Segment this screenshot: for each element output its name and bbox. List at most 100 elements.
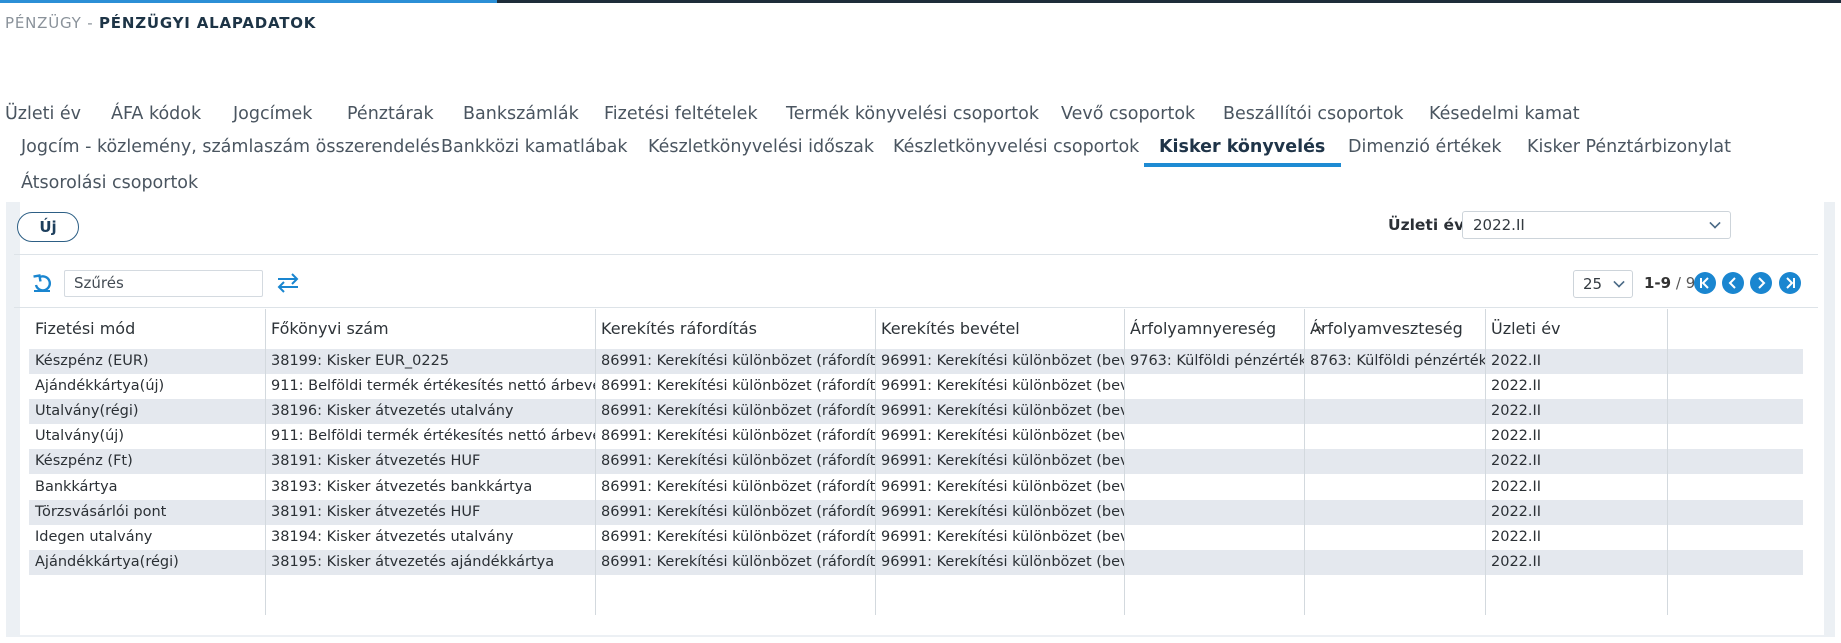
cell-uzleti-ev: 2022.II — [1491, 378, 1542, 395]
cell-fizetesi-mod: Készpénz (Ft) — [35, 453, 133, 470]
new-button[interactable]: Új — [17, 212, 79, 242]
cell-arfolyamnyereseg — [1124, 449, 1304, 474]
divider — [14, 307, 1818, 308]
pagination-info: 1-9 / 9 — [1644, 274, 1695, 292]
cell-kerekites-bevetel: 96991: Kerekítési különbözet (bevétel) — [881, 553, 1124, 570]
cell-kerekites-raforditas: 86991: Kerekítési különbözet (ráfordítás… — [601, 478, 875, 495]
column-header-kerekites-bevetel[interactable]: Kerekítés bevétel — [875, 309, 1124, 349]
tab-fizetesi-feltetelek[interactable]: Fizetési feltételek — [604, 96, 758, 132]
table-row[interactable]: Idegen utalvány 38194: Kisker átvezetés u… — [29, 524, 1803, 550]
tab-beszallitoi-csoportok[interactable]: Beszállítói csoportok — [1223, 96, 1404, 132]
cell-arfolyamnyereseg — [1124, 374, 1304, 399]
tab-keszletkonyvelesi-csoportok[interactable]: Készletkönyvelési csoportok — [893, 129, 1139, 165]
table-header: Fizetési mód Főkönyvi szám Kerekítés ráf… — [29, 309, 1803, 349]
table-row[interactable]: Ajándékkártya(régi) 38195: Kisker átvezet… — [29, 549, 1803, 575]
column-divider[interactable] — [595, 309, 596, 615]
cell-fokonyvi-szam: 38193: Kisker átvezetés bankkártya — [271, 478, 533, 495]
tab-termek-konyvelesi-csoportok[interactable]: Termék könyvelési csoportok — [786, 96, 1039, 132]
cell-kerekites-bevetel: 96991: Kerekítési különbözet (bevétel) — [881, 428, 1124, 445]
cell-arfolyamveszteseg — [1304, 449, 1485, 474]
cell-uzleti-ev: 2022.II — [1491, 528, 1542, 545]
cell-uzleti-ev: 2022.II — [1491, 553, 1542, 570]
cell-arfolyamnyereseg — [1124, 475, 1304, 500]
fiscal-year-label: Üzleti év — [1388, 216, 1465, 234]
table-row[interactable]: Készpénz (Ft) 38191: Kisker átvezetés HUF… — [29, 449, 1803, 475]
cell-arfolyamveszteseg — [1304, 475, 1485, 500]
swap-columns-icon[interactable] — [276, 273, 300, 293]
column-header-arfolyamnyereseg[interactable]: Árfolyamnyereség — [1124, 309, 1304, 349]
cell-fizetesi-mod: Utalvány(régi) — [35, 403, 139, 420]
cell-fokonyvi-szam: 38194: Kisker átvezetés utalvány — [271, 528, 514, 545]
tab-jogcimek[interactable]: Jogcímek — [233, 96, 312, 132]
tab-afa-kodok[interactable]: ÁFA kódok — [111, 96, 201, 132]
filter-input[interactable]: Szűrés — [64, 270, 263, 297]
column-header-arfolyamveszteseg[interactable]: Árfolyamveszteség — [1304, 309, 1485, 349]
cell-kerekites-bevetel: 96991: Kerekítési különbözet (bevétel) — [881, 353, 1124, 369]
cell-kerekites-bevetel: 96991: Kerekítési különbözet (bevétel) — [881, 403, 1124, 420]
tab-dimenzio-ertekek[interactable]: Dimenzió értékek — [1348, 129, 1502, 165]
tab-kisker-konyveles[interactable]: Kisker könyvelés — [1143, 129, 1342, 167]
cell-kerekites-raforditas: 86991: Kerekítési különbözet (ráfordítás… — [601, 503, 875, 520]
cell-fokonyvi-szam: 38195: Kisker átvezetés ajándékkártya — [271, 553, 555, 570]
cell-kerekites-raforditas: 86991: Kerekítési különbözet (ráfordítás… — [601, 403, 875, 420]
cell-arfolyamveszteseg — [1304, 550, 1485, 575]
cell-uzleti-ev: 2022.II — [1491, 503, 1542, 520]
column-header-kerekites-raforditas[interactable]: Kerekítés ráfordítás — [595, 309, 875, 349]
column-divider[interactable] — [1667, 309, 1668, 615]
cell-kerekites-bevetel: 96991: Kerekítési különbözet (bevétel) — [881, 528, 1124, 545]
tab-bankszamlak[interactable]: Bankszámlák — [463, 96, 579, 132]
table-row[interactable]: Készpénz (EUR) 38199: Kisker EUR_0225 8699… — [29, 349, 1803, 375]
table-row[interactable]: Ajándékkártya(új) 911: Belföldi termék ér… — [29, 374, 1803, 400]
prev-page-icon[interactable] — [1722, 272, 1744, 294]
sort-asc-icon[interactable] — [1314, 325, 1324, 333]
cell-arfolyamnyereseg — [1124, 525, 1304, 550]
cell-arfolyamnyereseg: 9763: Külföldi pénzértékre s — [1130, 353, 1304, 369]
cell-kerekites-raforditas: 86991: Kerekítési különbözet (ráfordítás… — [601, 453, 875, 470]
refresh-icon[interactable] — [31, 272, 53, 294]
tab-kisker-penztarbizonylat[interactable]: Kisker Pénztárbizonylat — [1527, 129, 1731, 165]
column-divider[interactable] — [265, 309, 266, 615]
chevron-down-icon — [1613, 276, 1625, 288]
tab-keszletkonyvelesi-idoszak[interactable]: Készletkönyvelési időszak — [648, 129, 874, 165]
fiscal-year-select[interactable]: 2022.II — [1462, 211, 1731, 239]
cell-arfolyamveszteseg — [1304, 374, 1485, 399]
tab-uzleti-ev[interactable]: Üzleti év — [5, 96, 81, 132]
last-page-icon[interactable] — [1779, 272, 1801, 294]
tab-kesedelmi-kamat[interactable]: Késedelmi kamat — [1429, 96, 1580, 132]
cell-kerekites-raforditas: 86991: Kerekítési különbözet (ráfordítás… — [601, 378, 875, 395]
table-row[interactable]: Bankkártya 38193: Kisker átvezetés bankká… — [29, 474, 1803, 500]
breadcrumb-parent[interactable]: PÉNZÜGY - — [5, 14, 99, 32]
table-row[interactable]: Törzsvásárlói pont 38191: Kisker átvezeté… — [29, 499, 1803, 525]
tab-bankkozi-kamatlabak[interactable]: Bankközi kamatlábak — [441, 129, 628, 165]
loading-progress — [0, 0, 497, 3]
column-divider[interactable] — [1485, 309, 1486, 615]
column-divider[interactable] — [875, 309, 876, 615]
column-header-fizetesi-mod[interactable]: Fizetési mód — [29, 309, 265, 349]
cell-arfolyamnyereseg — [1124, 424, 1304, 449]
column-header-fokonyvi-szam[interactable]: Főkönyvi szám — [265, 309, 595, 349]
table-row[interactable]: Utalvány(új) 911: Belföldi termék értékes… — [29, 424, 1803, 450]
cell-uzleti-ev: 2022.II — [1491, 453, 1542, 470]
cell-fizetesi-mod: Idegen utalvány — [35, 528, 153, 545]
cell-kerekites-raforditas: 86991: Kerekítési különbözet (ráfordítás… — [601, 353, 875, 369]
cell-fokonyvi-szam: 38199: Kisker EUR_0225 — [271, 353, 450, 369]
tab-penztarak[interactable]: Pénztárak — [347, 96, 434, 132]
page-size-value: 25 — [1583, 275, 1603, 293]
page-size-select[interactable]: 25 — [1573, 270, 1633, 298]
cell-kerekites-raforditas: 86991: Kerekítési különbözet (ráfordítás… — [601, 528, 875, 545]
first-page-icon[interactable] — [1694, 272, 1716, 294]
cell-kerekites-raforditas: 86991: Kerekítési különbözet (ráfordítás… — [601, 428, 875, 445]
next-page-icon[interactable] — [1750, 272, 1772, 294]
cell-arfolyamnyereseg — [1124, 399, 1304, 424]
column-divider[interactable] — [1304, 309, 1305, 615]
cell-kerekites-bevetel: 96991: Kerekítési különbözet (bevétel) — [881, 453, 1124, 470]
tab-atsorolasi-csoportok[interactable]: Átsorolási csoportok — [21, 165, 198, 201]
column-divider[interactable] — [1124, 309, 1125, 615]
table-row[interactable]: Utalvány(régi) 38196: Kisker átvezetés ut… — [29, 399, 1803, 425]
tab-jogcim-kozlemeny[interactable]: Jogcím - közlemény, számlaszám összerend… — [21, 129, 440, 165]
tab-vevo-csoportok[interactable]: Vevő csoportok — [1061, 96, 1195, 132]
cell-uzleti-ev: 2022.II — [1491, 353, 1542, 369]
cell-fizetesi-mod: Törzsvásárlói pont — [35, 503, 167, 520]
column-header-uzleti-ev[interactable]: Üzleti év — [1485, 309, 1667, 349]
page-total: / 9 — [1675, 274, 1696, 292]
